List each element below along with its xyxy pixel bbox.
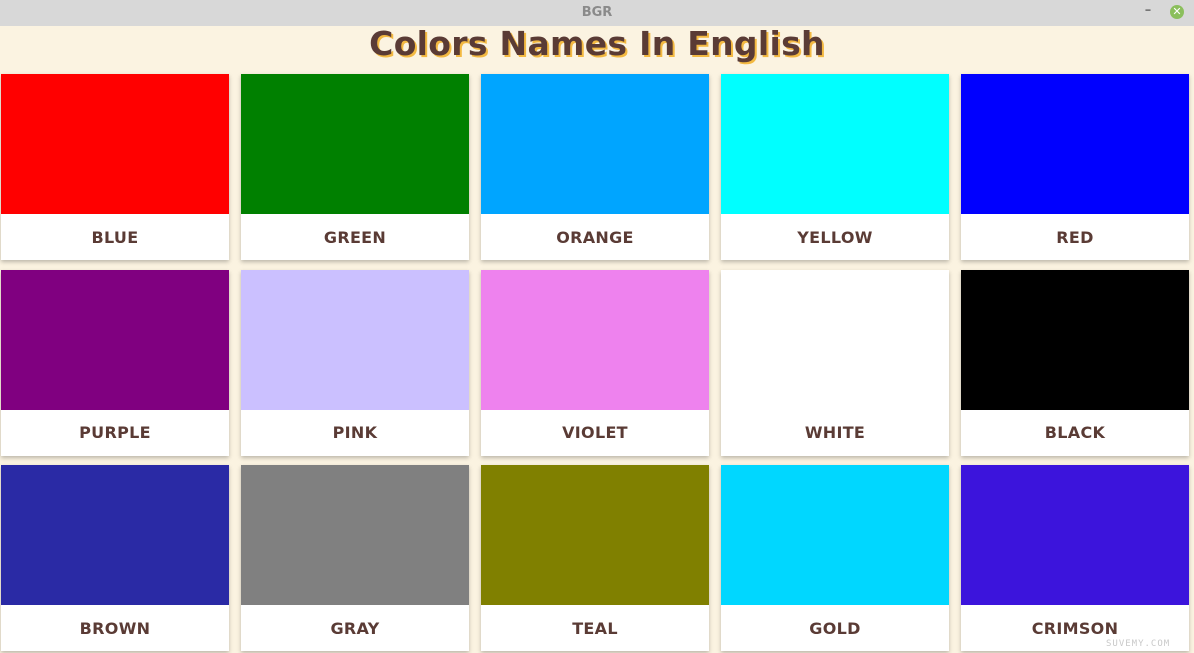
color-name: VIOLET [562, 423, 628, 442]
color-card[interactable]: RED [961, 74, 1189, 260]
window-titlebar: BGR – ✕ [0, 0, 1194, 26]
color-name: PURPLE [79, 423, 151, 442]
color-swatch [241, 465, 469, 605]
color-swatch [721, 269, 949, 410]
color-name: BLUE [91, 227, 139, 247]
color-card[interactable]: YELLOW [721, 74, 949, 260]
color-card[interactable]: WHITE [721, 269, 949, 456]
color-name: ORANGE [556, 227, 634, 247]
minimize-icon[interactable]: – [1140, 3, 1156, 21]
color-card[interactable]: VIOLET [481, 269, 709, 456]
color-name: BLACK [1044, 423, 1106, 442]
color-swatch [1, 269, 229, 410]
color-swatch [1, 465, 229, 605]
color-card[interactable]: CRIMSON [961, 465, 1189, 651]
color-swatch [1, 74, 229, 214]
color-card[interactable]: PURPLE [1, 269, 229, 456]
color-swatch [241, 269, 469, 410]
color-name: PINK [332, 423, 378, 442]
color-name: GOLD [809, 618, 861, 638]
color-swatch [481, 269, 709, 410]
color-name: GRAY [330, 618, 380, 638]
color-card[interactable]: GOLD [721, 465, 949, 651]
page-title: Colors Names In English [369, 24, 825, 63]
color-swatch [721, 465, 949, 605]
color-swatch [481, 465, 709, 605]
window-title: BGR [581, 5, 613, 20]
color-card[interactable]: PINK [241, 269, 469, 456]
color-card[interactable]: TEAL [481, 465, 709, 651]
color-card[interactable]: GREEN [241, 74, 469, 260]
color-swatch [481, 74, 709, 214]
color-swatch [721, 74, 949, 214]
color-card[interactable]: BLUE [1, 74, 229, 260]
watermark-text: SUVEMY.COM [1106, 639, 1171, 649]
color-name: TEAL [572, 618, 618, 638]
color-card[interactable]: BLACK [961, 269, 1189, 456]
color-card[interactable]: ORANGE [481, 74, 709, 260]
color-card[interactable]: GRAY [241, 465, 469, 651]
color-grid: BLUE GREEN ORANGE YELLOW RED PURPLE PINK… [1, 74, 1189, 651]
color-name: YELLOW [797, 227, 873, 247]
color-card[interactable]: BROWN [1, 465, 229, 651]
color-swatch [241, 74, 469, 214]
color-swatch [961, 74, 1189, 214]
color-name: WHITE [804, 423, 866, 442]
close-icon[interactable]: ✕ [1170, 5, 1184, 19]
color-name: GREEN [323, 227, 387, 247]
color-swatch [961, 269, 1189, 410]
color-name: BROWN [79, 618, 151, 638]
color-name: RED [1056, 227, 1094, 247]
color-swatch [961, 465, 1189, 605]
